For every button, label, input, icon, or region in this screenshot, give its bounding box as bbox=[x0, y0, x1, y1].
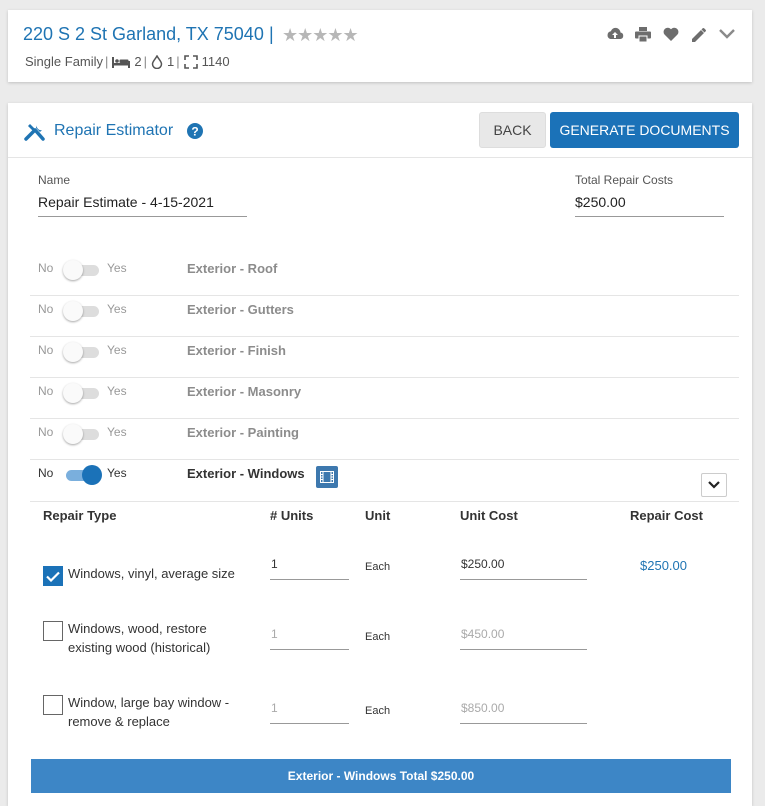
checkmark-icon bbox=[46, 571, 60, 582]
tools-icon bbox=[24, 124, 45, 141]
svg-text:?: ? bbox=[191, 125, 198, 139]
repair-estimator-card: Repair Estimator ? BACK GENERATE DOCUMEN… bbox=[8, 103, 752, 806]
property-type: Single Family bbox=[25, 54, 104, 69]
header-repair-cost: Repair Cost bbox=[630, 508, 703, 523]
category-row-windows: No Yes Exterior - Windows bbox=[30, 460, 739, 502]
meta-separator: | bbox=[143, 54, 148, 69]
pencil-icon[interactable] bbox=[690, 25, 708, 43]
name-label: Name bbox=[38, 173, 71, 187]
toggle-windows[interactable] bbox=[63, 465, 102, 485]
unit-cost-input[interactable]: $250.00 bbox=[460, 557, 587, 580]
repair-checkbox[interactable] bbox=[43, 695, 63, 715]
generate-documents-button[interactable]: GENERATE DOCUMENTS bbox=[550, 112, 739, 148]
repair-checkbox-checked[interactable] bbox=[43, 566, 63, 586]
expand-icon bbox=[183, 54, 198, 69]
category-row-gutters: No Yes Exterior - Gutters bbox=[30, 296, 739, 337]
repair-cost-value: $250.00 bbox=[640, 558, 687, 573]
title-separator: | bbox=[269, 24, 274, 44]
category-name: Exterior - Masonry bbox=[187, 384, 302, 399]
toggle-painting[interactable] bbox=[63, 424, 100, 444]
baths-count: 1 bbox=[167, 54, 175, 69]
toggle-yes-label: Yes bbox=[107, 384, 127, 398]
toggle-yes-label: Yes bbox=[107, 425, 127, 439]
category-row-painting: No Yes Exterior - Painting bbox=[30, 419, 739, 460]
print-icon[interactable] bbox=[634, 25, 652, 43]
unit-cost-input[interactable]: $850.00 bbox=[460, 701, 587, 724]
estimator-title: Repair Estimator bbox=[54, 122, 174, 139]
total-costs-input[interactable]: $250.00 bbox=[575, 194, 724, 217]
heart-icon[interactable] bbox=[662, 25, 680, 43]
toggle-no-label: No bbox=[38, 384, 54, 398]
category-name: Exterior - Windows bbox=[187, 466, 305, 481]
name-input[interactable]: Repair Estimate - 4-15-2021 bbox=[38, 194, 247, 217]
toggle-yes-label: Yes bbox=[107, 302, 127, 316]
repair-checkbox[interactable] bbox=[43, 621, 63, 641]
toggle-no-label: No bbox=[38, 466, 54, 480]
total-costs-label: Total Repair Costs bbox=[575, 173, 674, 187]
property-address[interactable]: 220 S 2 St Garland, TX 75040 bbox=[23, 24, 264, 45]
unit-value: Each bbox=[365, 705, 391, 717]
header-repair-type: Repair Type bbox=[43, 508, 117, 523]
unit-cost-input[interactable]: $450.00 bbox=[460, 627, 587, 650]
help-icon[interactable]: ? bbox=[187, 123, 203, 139]
rating-stars[interactable]: ★★★★★ bbox=[282, 25, 359, 46]
meta-separator: | bbox=[105, 54, 109, 69]
repair-type-label: Window, large bay window - remove & repl… bbox=[68, 695, 230, 729]
chevron-down-icon[interactable] bbox=[718, 25, 736, 43]
toggle-gutters[interactable] bbox=[63, 301, 100, 321]
category-name: Exterior - Painting bbox=[187, 425, 299, 440]
estimator-header: Repair Estimator ? BACK GENERATE DOCUMEN… bbox=[8, 103, 752, 158]
property-meta: Single Family | 2 | 1 | 1140 bbox=[25, 54, 230, 69]
film-icon[interactable] bbox=[316, 466, 338, 488]
toggle-no-label: No bbox=[38, 343, 54, 357]
category-name: Exterior - Finish bbox=[187, 343, 286, 358]
collapse-chevron-button[interactable] bbox=[701, 473, 727, 497]
cloud-upload-icon[interactable] bbox=[606, 25, 624, 43]
category-name: Exterior - Gutters bbox=[187, 302, 294, 317]
category-total-bar: Exterior - Windows Total $250.00 bbox=[31, 759, 731, 793]
unit-value: Each bbox=[365, 561, 391, 573]
toggle-no-label: No bbox=[38, 261, 54, 275]
toggle-yes-label: Yes bbox=[107, 261, 127, 275]
units-input[interactable]: 1 bbox=[270, 557, 349, 580]
toggle-no-label: No bbox=[38, 302, 54, 316]
header-units: # Units bbox=[270, 508, 314, 523]
property-card: 220 S 2 St Garland, TX 75040 | ★★★★★ Sin… bbox=[8, 10, 752, 82]
sqft-value: 1140 bbox=[201, 54, 230, 69]
bed-icon bbox=[112, 56, 131, 68]
category-row-finish: No Yes Exterior - Finish bbox=[30, 337, 739, 378]
property-actions bbox=[606, 25, 736, 43]
units-input[interactable]: 1 bbox=[270, 627, 349, 650]
units-input[interactable]: 1 bbox=[270, 701, 349, 724]
toggle-finish[interactable] bbox=[63, 342, 100, 362]
toggle-no-label: No bbox=[38, 425, 54, 439]
header-unit-cost: Unit Cost bbox=[460, 508, 518, 523]
chevron-down-icon bbox=[708, 481, 720, 489]
header-unit: Unit bbox=[365, 508, 391, 523]
toggle-masonry[interactable] bbox=[63, 383, 100, 403]
repair-type-label: Windows, wood, restore existing wood (hi… bbox=[68, 621, 211, 655]
beds-count: 2 bbox=[134, 54, 142, 69]
water-drop-icon bbox=[151, 54, 163, 69]
toggle-yes-label: Yes bbox=[107, 466, 127, 480]
category-name: Exterior - Roof bbox=[187, 261, 278, 276]
meta-separator: | bbox=[176, 54, 180, 69]
toggle-roof[interactable] bbox=[63, 260, 100, 280]
unit-value: Each bbox=[365, 631, 391, 643]
category-row-masonry: No Yes Exterior - Masonry bbox=[30, 378, 739, 419]
repair-type-label: Windows, vinyl, average size bbox=[68, 566, 235, 581]
back-button[interactable]: BACK bbox=[479, 112, 546, 148]
toggle-yes-label: Yes bbox=[107, 343, 127, 357]
category-row-roof: No Yes Exterior - Roof bbox=[30, 255, 739, 296]
